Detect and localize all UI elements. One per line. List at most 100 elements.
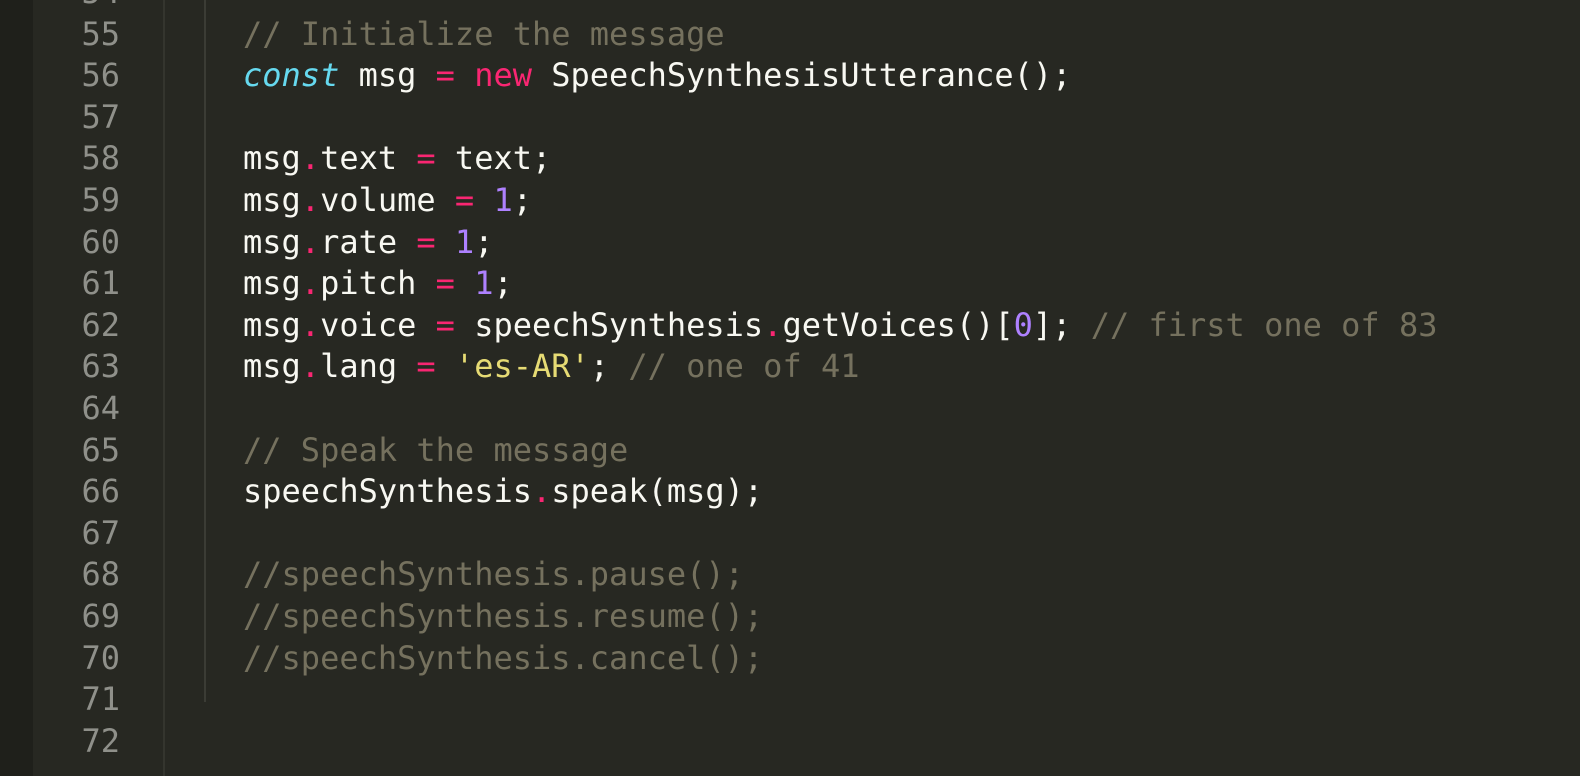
code-line[interactable]: 66 speechSynthesis.speak(msg); xyxy=(0,471,1580,513)
code-text: msg.voice = speechSynthesis.getVoices()[… xyxy=(243,305,1437,347)
code-token-plain: volume xyxy=(320,180,455,219)
code-line[interactable]: 60 msg.rate = 1; xyxy=(0,222,1580,264)
code-token-plain: msg xyxy=(243,222,301,261)
code-line[interactable]: 68 //speechSynthesis.pause(); xyxy=(0,554,1580,596)
code-token-plain: msg xyxy=(243,347,301,386)
line-number: 67 xyxy=(81,513,120,552)
code-line[interactable]: 64 xyxy=(0,388,1580,430)
code-token-keyword: . xyxy=(300,180,321,219)
code-line[interactable]: 71 xyxy=(0,679,1580,721)
code-token-comment: // Speak the message xyxy=(243,430,629,469)
code-token-plain: ; xyxy=(493,264,513,303)
code-text: msg.volume = 1; xyxy=(243,180,532,222)
code-text: //speechSynthesis.pause(); xyxy=(243,554,744,596)
code-token-plain: lang xyxy=(320,347,417,386)
code-token-keyword: = xyxy=(416,139,436,178)
line-number: 66 xyxy=(81,472,120,511)
code-token-comment: // first one of 83 xyxy=(1090,305,1438,344)
line-number: 65 xyxy=(81,430,120,469)
line-number: 62 xyxy=(81,305,120,344)
code-line[interactable]: 56 const msg = new SpeechSynthesisUtteran… xyxy=(0,55,1580,97)
code-token-keyword: = xyxy=(416,222,436,261)
code-token-plain: msg xyxy=(243,180,301,219)
line-number: 56 xyxy=(81,56,120,95)
code-lines[interactable]: 5455 // Initialize the message 56 const msg… xyxy=(0,0,1580,762)
code-line[interactable]: 55 // Initialize the message xyxy=(0,14,1580,56)
code-token-plain: text xyxy=(320,139,417,178)
code-token-plain: rate xyxy=(320,222,417,261)
code-token-number: 1 xyxy=(493,180,513,219)
code-token-plain: text; xyxy=(435,139,552,178)
code-token-plain: speechSynthesis xyxy=(243,472,532,511)
code-line[interactable]: 65 // Speak the message xyxy=(0,430,1580,472)
code-token-number: 0 xyxy=(1013,305,1033,344)
line-number: 58 xyxy=(81,139,120,178)
code-token-comment: //speechSynthesis.cancel(); xyxy=(243,638,764,677)
code-line[interactable]: 58 msg.text = text; xyxy=(0,138,1580,180)
code-line[interactable]: 69 //speechSynthesis.resume(); xyxy=(0,596,1580,638)
code-text: msg.pitch = 1; xyxy=(243,263,513,305)
line-number: 59 xyxy=(81,180,120,219)
code-token-plain: voice xyxy=(320,305,436,344)
code-token-number: 1 xyxy=(454,222,475,261)
code-token-keyword: = xyxy=(416,347,436,386)
code-text: //speechSynthesis.resume(); xyxy=(243,596,763,638)
code-line[interactable]: 63 msg.lang = 'es-AR'; // one of 41 xyxy=(0,346,1580,388)
code-text: const msg = new SpeechSynthesisUtterance… xyxy=(243,55,1071,97)
code-text: msg.text = text; xyxy=(243,138,551,180)
code-line[interactable]: 67 xyxy=(0,513,1580,555)
code-token-plain: getVoices()[ xyxy=(782,305,1014,344)
code-text: //speechSynthesis.cancel(); xyxy=(243,638,763,680)
line-number: 71 xyxy=(81,680,120,719)
code-token-keyword: . xyxy=(763,305,783,344)
code-token-plain: msg xyxy=(243,264,301,303)
code-token-keyword: new xyxy=(474,56,532,95)
code-line[interactable]: 62 msg.voice = speechSynthesis.getVoices(… xyxy=(0,305,1580,347)
code-text: msg.rate = 1; xyxy=(243,222,493,264)
code-token-keyword: = xyxy=(454,180,475,219)
code-token-plain: msg xyxy=(243,305,301,344)
code-line[interactable]: 57 xyxy=(0,97,1580,139)
code-line[interactable]: 59 msg.volume = 1; xyxy=(0,180,1580,222)
code-line[interactable]: 61 msg.pitch = 1; xyxy=(0,263,1580,305)
code-token-plain: ; xyxy=(474,222,494,261)
code-token-keyword: = xyxy=(435,264,455,303)
code-token-keyword: . xyxy=(300,305,321,344)
code-token-string: 'es-AR' xyxy=(454,347,590,386)
code-token-keyword: . xyxy=(300,264,321,303)
code-token-comment: //speechSynthesis.pause(); xyxy=(243,555,744,594)
code-text: speechSynthesis.speak(msg); xyxy=(243,471,763,513)
code-token-plain: msg xyxy=(339,56,436,95)
code-token-keyword: = xyxy=(435,305,455,344)
code-token-plain: speechSynthesis xyxy=(454,305,764,344)
line-number: 54 xyxy=(33,0,120,14)
line-number: 57 xyxy=(81,97,120,136)
code-token-plain: msg xyxy=(243,139,301,178)
line-number: 55 xyxy=(81,14,120,53)
line-number: 69 xyxy=(81,596,120,635)
code-line[interactable]: 70 //speechSynthesis.cancel(); xyxy=(0,638,1580,680)
code-token-plain: speak(msg); xyxy=(551,472,764,511)
code-line[interactable]: 72 xyxy=(0,721,1580,763)
code-token-plain: ]; xyxy=(1032,305,1091,344)
line-number: 63 xyxy=(81,347,120,386)
code-token-plain: pitch xyxy=(320,264,436,303)
line-number: 64 xyxy=(81,388,120,427)
code-token-comment: // one of 41 xyxy=(628,347,860,386)
code-token-plain: SpeechSynthesisUtterance(); xyxy=(531,56,1072,95)
code-token-keyword: = xyxy=(435,56,455,95)
code-text: msg.lang = 'es-AR'; // one of 41 xyxy=(243,346,860,388)
line-number: 60 xyxy=(81,222,120,261)
code-editor[interactable]: 5455 // Initialize the message 56 const msg… xyxy=(0,0,1580,776)
line-number: 70 xyxy=(81,638,120,677)
line-number: 72 xyxy=(81,721,120,760)
code-token-keyword: . xyxy=(531,472,552,511)
code-token-plain: ; xyxy=(512,180,532,219)
code-line[interactable]: 54 xyxy=(0,0,1580,14)
code-text: // Speak the message xyxy=(243,430,628,472)
code-token-keyword: . xyxy=(300,347,321,386)
